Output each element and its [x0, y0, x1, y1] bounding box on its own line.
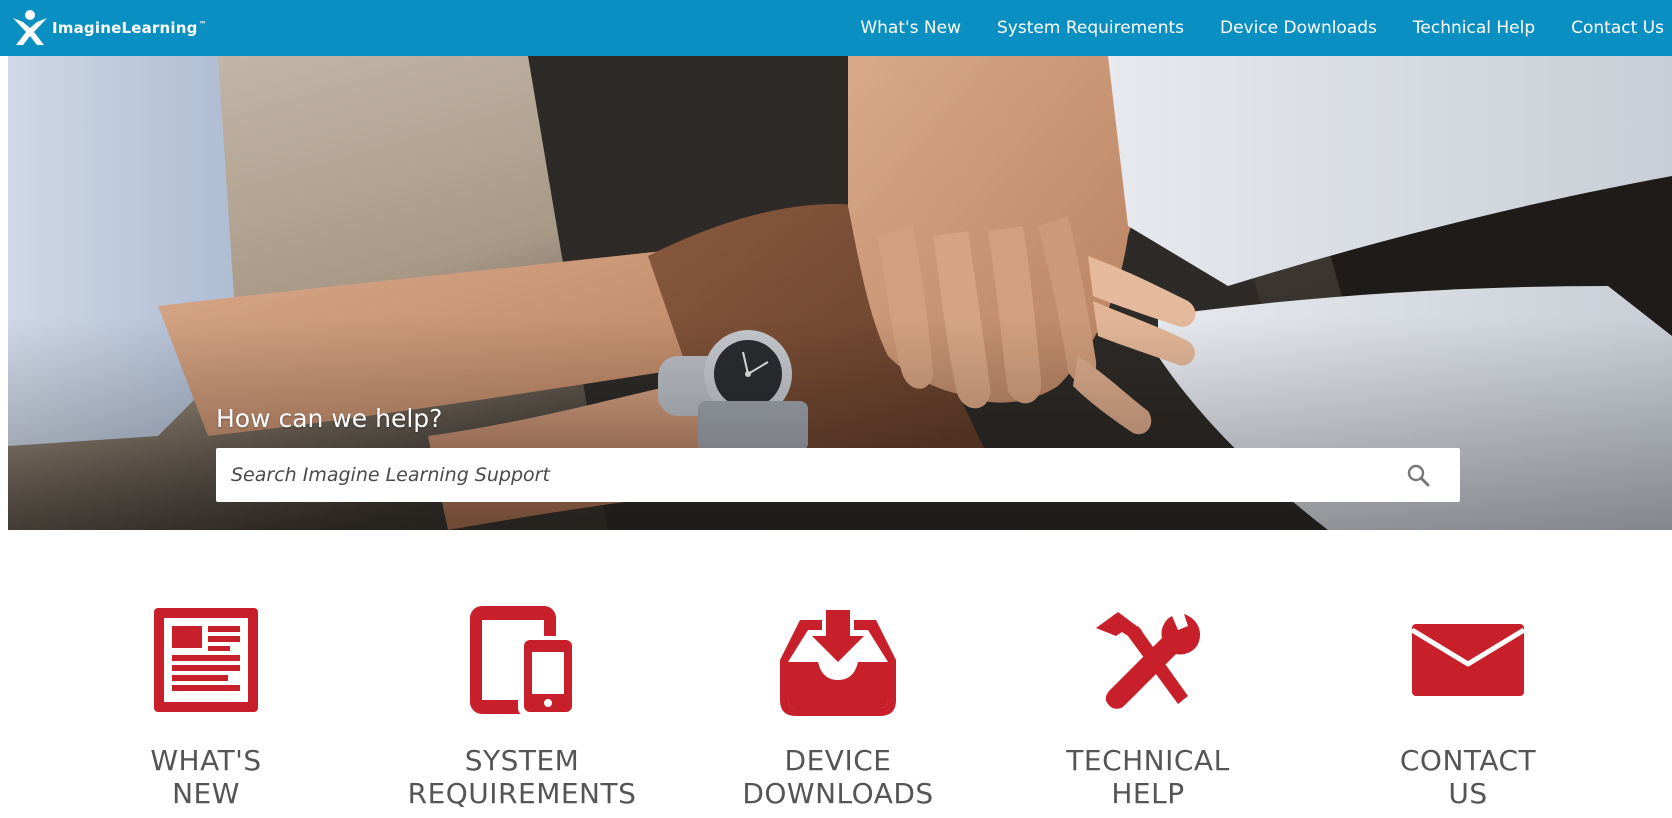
search-input[interactable] — [216, 448, 1388, 502]
tile-contact-us[interactable]: CONTACT US — [1338, 530, 1598, 818]
tile-label: SYSTEM REQUIREMENTS — [407, 744, 637, 810]
search-icon — [1407, 464, 1430, 487]
tile-whats-new[interactable]: WHAT'S NEW — [76, 530, 336, 818]
nav-whats-new[interactable]: What's New — [860, 18, 961, 38]
tile-label: DEVICE DOWNLOADS — [742, 744, 934, 810]
download-tray-icon — [780, 610, 896, 716]
nav-device-downloads[interactable]: Device Downloads — [1220, 18, 1377, 38]
main-nav: What's New System Requirements Device Do… — [860, 0, 1664, 56]
tile-system-requirements[interactable]: SYSTEM REQUIREMENTS — [392, 530, 652, 818]
nav-system-requirements[interactable]: System Requirements — [997, 18, 1184, 38]
hero-heading: How can we help? — [216, 404, 443, 433]
logo-figure-icon — [13, 10, 47, 45]
tile-label: CONTACT US — [1399, 744, 1537, 810]
support-page: ImagineLearning™ What's New System Requi… — [0, 0, 1672, 818]
tile-device-downloads[interactable]: DEVICE DOWNLOADS — [708, 530, 968, 818]
tile-label: TECHNICAL HELP — [1066, 744, 1230, 810]
search-button[interactable] — [1388, 449, 1448, 501]
imagine-learning-logo[interactable]: ImagineLearning™ — [10, 0, 207, 56]
devices-icon — [470, 606, 576, 716]
feature-tiles: WHAT'S NEW SYSTEM REQUIREMENTS DEVICE DO… — [0, 530, 1672, 818]
nav-technical-help[interactable]: Technical Help — [1413, 18, 1535, 38]
search-bar — [216, 448, 1460, 502]
top-navigation-bar: ImagineLearning™ What's New System Requi… — [0, 0, 1672, 56]
nav-contact-us[interactable]: Contact Us — [1571, 18, 1664, 38]
tile-technical-help[interactable]: TECHNICAL HELP — [1018, 530, 1278, 818]
newspaper-icon — [154, 608, 258, 712]
logo-wordmark: ImagineLearning™ — [52, 19, 207, 37]
tile-label: WHAT'S NEW — [150, 744, 262, 810]
hero-banner: How can we help? — [8, 56, 1672, 530]
hammer-wrench-icon — [1096, 612, 1201, 709]
envelope-icon — [1410, 624, 1526, 696]
